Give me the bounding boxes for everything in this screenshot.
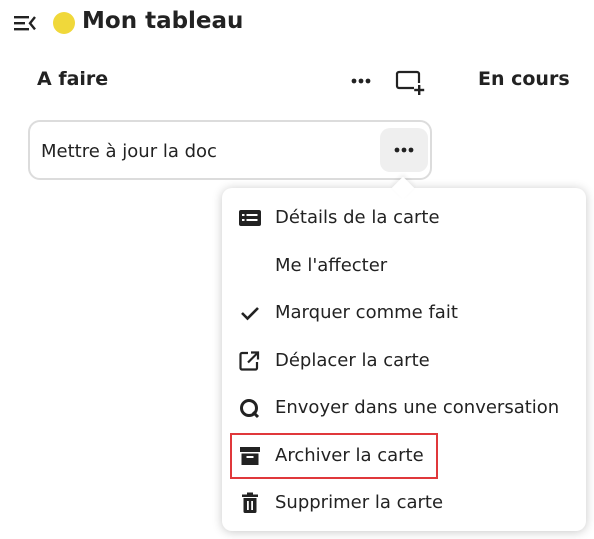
card-plus-icon bbox=[395, 70, 426, 95]
add-card-button[interactable] bbox=[394, 67, 426, 97]
menu-item-delete-card[interactable]: Supprimer la carte bbox=[222, 479, 586, 526]
card[interactable]: Mettre à jour la doc bbox=[28, 120, 432, 180]
menu-item-label: Archiver la carte bbox=[275, 445, 424, 466]
delete-icon bbox=[238, 492, 262, 514]
menu-collapse-icon[interactable] bbox=[12, 12, 38, 34]
board-color-dot bbox=[53, 12, 75, 34]
menu-item-label: Détails de la carte bbox=[275, 207, 440, 228]
menu-item-mark-done[interactable]: Marquer comme fait bbox=[222, 289, 586, 336]
menu-item-label: Supprimer la carte bbox=[275, 492, 444, 513]
menu-item-label: Envoyer dans une conversation bbox=[275, 397, 560, 418]
card-more-button[interactable] bbox=[380, 128, 428, 172]
check-icon bbox=[238, 302, 262, 324]
menu-item-card-details[interactable]: Détails de la carte bbox=[222, 194, 586, 241]
dots-horizontal-icon bbox=[351, 78, 371, 84]
open-in-new-icon bbox=[238, 350, 262, 372]
archive-icon bbox=[238, 445, 262, 467]
menu-item-label: Me l'affecter bbox=[275, 255, 388, 276]
talk-icon bbox=[238, 397, 262, 419]
menu-item-label: Déplacer la carte bbox=[275, 350, 430, 371]
menu-item-move-card[interactable]: Déplacer la carte bbox=[222, 337, 586, 384]
column-title-todo: A faire bbox=[37, 68, 109, 90]
card-title: Mettre à jour la doc bbox=[41, 141, 217, 162]
column-more-button[interactable] bbox=[346, 68, 376, 94]
menu-item-archive-card[interactable]: Archiver la carte bbox=[222, 432, 586, 479]
dots-horizontal-icon bbox=[394, 147, 414, 153]
board-title: Mon tableau bbox=[82, 8, 244, 34]
card-text-icon bbox=[238, 207, 262, 229]
card-actions-menu: Détails de la carte Me l'affecter Marque… bbox=[222, 188, 586, 531]
menu-item-send-to-conversation[interactable]: Envoyer dans une conversation bbox=[222, 384, 586, 431]
column-title-in-progress: En cours bbox=[478, 68, 570, 90]
menu-item-label: Marquer comme fait bbox=[275, 302, 458, 323]
menu-item-assign-to-me[interactable]: Me l'affecter bbox=[222, 242, 586, 289]
